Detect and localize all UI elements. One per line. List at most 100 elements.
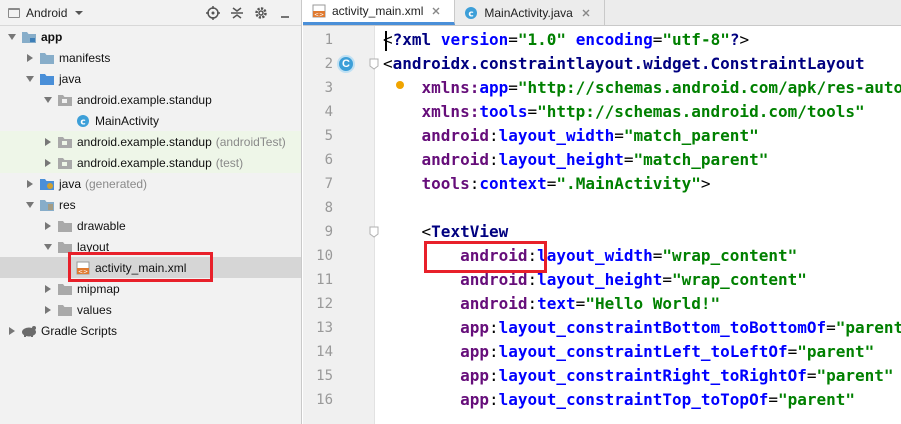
locate-file-icon[interactable] <box>205 5 221 21</box>
line-number: 12 <box>316 296 333 312</box>
package-icon <box>57 93 73 107</box>
xml-file-icon: <> <box>311 3 327 19</box>
code-token: = <box>826 318 836 337</box>
tree-item-res[interactable]: res <box>0 194 301 215</box>
code-line[interactable]: android:layout_width="wrap_content" <box>383 244 797 268</box>
svg-text:<>: <> <box>78 268 88 275</box>
code-token: android <box>460 246 528 265</box>
gear-icon[interactable] <box>253 5 269 21</box>
code-token: > <box>739 30 750 49</box>
tree-item-java-generated[interactable]: java (generated) <box>0 173 301 194</box>
intention-bulb-icon[interactable] <box>396 81 404 89</box>
code-token: : <box>527 246 538 265</box>
code-token: "match_parent" <box>633 150 769 169</box>
code-token: xmlns: <box>421 102 480 121</box>
tree-item-package-test[interactable]: android.example.standup (test) <box>0 152 301 173</box>
code-token: = <box>787 342 798 361</box>
code-token: layout_width <box>498 126 615 145</box>
tree-item-label: activity_main.xml <box>95 260 187 275</box>
code-line[interactable]: <androidx.constraintlayout.widget.Constr… <box>383 52 865 76</box>
code-token: app <box>460 366 489 385</box>
project-tree: app manifests java android.example.stand… <box>0 26 301 424</box>
class-gutter-icon[interactable]: C <box>337 55 355 73</box>
svg-text:c: c <box>80 117 85 127</box>
code-line[interactable]: app:layout_constraintLeft_toLeftOf="pare… <box>383 340 874 364</box>
code-token: = <box>508 78 518 97</box>
dropdown-arrow-icon <box>71 5 87 21</box>
tree-item-app[interactable]: app <box>0 26 301 47</box>
code-editor: <> activity_main.xml c MainActivity.java… <box>303 0 901 424</box>
tree-item-package-androidtest[interactable]: android.example.standup (androidTest) <box>0 131 301 152</box>
folder-icon <box>57 240 73 254</box>
expanded-arrow-icon[interactable] <box>24 73 36 85</box>
collapsed-arrow-icon[interactable] <box>42 157 54 169</box>
generated-folder-icon <box>39 177 55 191</box>
tab-mainactivity-java[interactable]: c MainActivity.java <box>455 0 605 25</box>
code-token: = <box>806 366 817 385</box>
code-token: ".MainActivity" <box>556 174 701 193</box>
tree-item-activity-main-xml[interactable]: <> activity_main.xml <box>0 257 301 278</box>
collapsed-arrow-icon[interactable] <box>6 325 18 337</box>
code-line[interactable]: android:layout_height="wrap_content" <box>383 268 807 292</box>
tree-item-suffix: (generated) <box>85 176 148 191</box>
fold-marker-icon[interactable] <box>369 58 379 70</box>
code-line[interactable]: <?xml version="1.0" encoding="utf-8"?> <box>383 28 749 52</box>
code-token: app <box>460 318 489 337</box>
tree-item-label: Gradle Scripts <box>41 323 118 338</box>
code-token: : <box>488 150 499 169</box>
code-line[interactable]: app:layout_constraintBottom_toBottomOf="… <box>383 316 901 340</box>
minimize-panel-icon[interactable] <box>277 5 293 21</box>
code-line[interactable]: android:text="Hello World!" <box>383 292 720 316</box>
line-number: 11 <box>316 272 333 288</box>
tree-item-layout[interactable]: layout <box>0 236 301 257</box>
collapsed-arrow-icon[interactable] <box>42 283 54 295</box>
tree-item-package[interactable]: android.example.standup <box>0 89 301 110</box>
project-view-selector[interactable]: Android <box>6 5 87 21</box>
code-line[interactable]: xmlns:tools="http://schemas.android.com/… <box>383 100 865 124</box>
code-line[interactable]: app:layout_constraintTop_toTopOf="parent… <box>383 388 855 412</box>
expanded-arrow-icon[interactable] <box>24 199 36 211</box>
collapsed-arrow-icon[interactable] <box>42 220 54 232</box>
tab-activity-main-xml[interactable]: <> activity_main.xml <box>303 0 456 25</box>
package-icon <box>57 156 73 170</box>
collapse-all-icon[interactable] <box>229 5 245 21</box>
close-icon[interactable] <box>428 3 444 19</box>
code-token: "1.0" <box>517 30 567 49</box>
collapsed-arrow-icon[interactable] <box>42 136 54 148</box>
tree-item-mipmap[interactable]: mipmap <box>0 278 301 299</box>
tree-item-mainactivity[interactable]: c MainActivity <box>0 110 301 131</box>
expanded-arrow-icon[interactable] <box>42 241 54 253</box>
code-token: "Hello World!" <box>585 294 721 313</box>
expanded-arrow-icon[interactable] <box>6 31 18 43</box>
tree-item-manifests[interactable]: manifests <box>0 47 301 68</box>
code-line[interactable]: tools:context=".MainActivity"> <box>383 172 711 196</box>
code-area[interactable]: 1 2 3 4 5 6 7 8 9 10 11 12 13 14 15 16 C <?xml version="… <box>303 26 901 424</box>
project-panel: Android app manifests java android.examp… <box>0 0 302 424</box>
code-line[interactable]: app:layout_constraintRight_toRightOf="pa… <box>383 364 894 388</box>
tree-item-values[interactable]: values <box>0 299 301 320</box>
code-line[interactable]: <TextView <box>383 220 509 244</box>
code-line[interactable]: android:layout_height="match_parent" <box>383 148 769 172</box>
collapsed-arrow-icon[interactable] <box>24 52 36 64</box>
code-line[interactable]: android:layout_width="match_parent" <box>383 124 759 148</box>
tree-item-label: java <box>59 176 82 191</box>
fold-marker-icon[interactable] <box>369 226 379 238</box>
code-line[interactable]: xmlns:app="http://schemas.android.com/ap… <box>383 76 901 100</box>
code-token: = <box>652 30 663 49</box>
tree-item-gradle-scripts[interactable]: Gradle Scripts <box>0 320 301 341</box>
collapsed-arrow-icon[interactable] <box>42 304 54 316</box>
close-icon[interactable] <box>578 5 594 21</box>
tree-item-java[interactable]: java <box>0 68 301 89</box>
collapsed-arrow-icon[interactable] <box>24 178 36 190</box>
tree-item-label: android.example.standup <box>77 155 212 170</box>
expanded-arrow-icon[interactable] <box>42 94 54 106</box>
tab-label: activity_main.xml <box>332 4 424 18</box>
code-token: "utf-8" <box>662 30 730 49</box>
code-lines[interactable]: <?xml version="1.0" encoding="utf-8"?> <a… <box>383 26 901 424</box>
tree-item-drawable[interactable]: drawable <box>0 215 301 236</box>
